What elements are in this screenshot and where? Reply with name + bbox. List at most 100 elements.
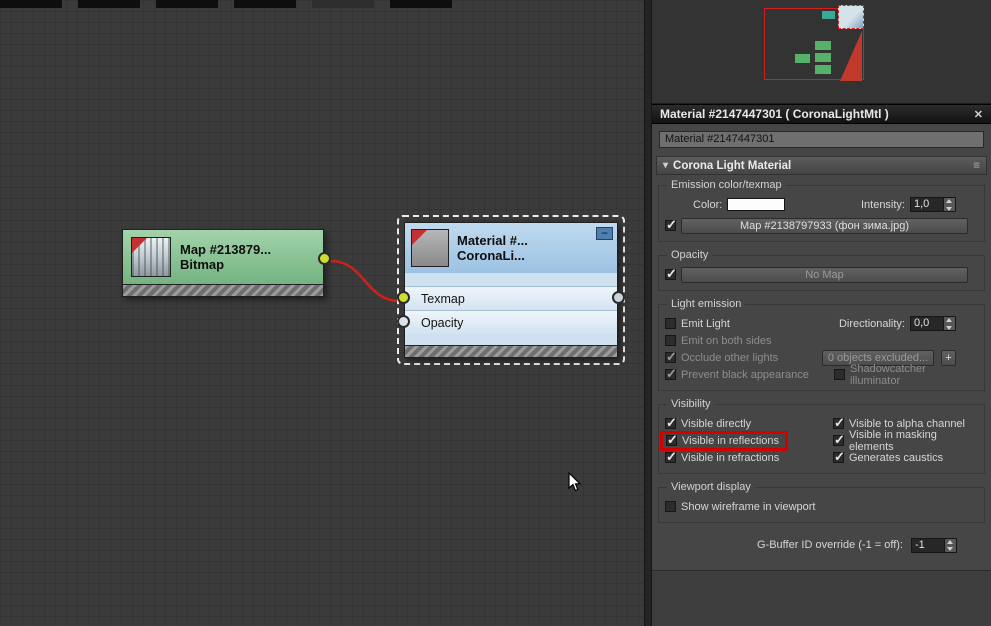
material-thumbnail[interactable] — [411, 229, 449, 267]
material-output-connector[interactable] — [612, 291, 625, 304]
opacity-input-connector[interactable] — [397, 315, 410, 328]
material-parameters-panel: Material #2147447301 ( CoronaLightMtl ) … — [652, 0, 991, 626]
gbuffer-spinner[interactable]: -1 — [911, 537, 957, 553]
emission-map-button[interactable]: Map #2138797933 (фон зима.jpg) — [681, 217, 968, 234]
opacity-map-button[interactable]: No Map — [681, 266, 968, 283]
material-node-title: Material #... — [457, 233, 528, 248]
view-tabs — [0, 0, 452, 8]
slot-opacity-label: Opacity — [421, 315, 464, 330]
alpha-channel-checkbox[interactable] — [833, 415, 845, 431]
directionality-value[interactable]: 0,0 — [910, 316, 944, 331]
group-label: Visibility — [667, 398, 715, 410]
rollout-corona-light-material[interactable]: ▾ Corona Light Material ≡ — [656, 156, 987, 175]
rollout-menu-icon[interactable]: ≡ — [973, 160, 980, 172]
group-viewport-display: Viewport display Show wireframe in viewp… — [658, 481, 985, 523]
group-label: Emission color/texmap — [667, 179, 786, 191]
close-icon[interactable]: ✕ — [974, 108, 983, 121]
emit-both-sides-label: Emit on both sides — [681, 334, 772, 347]
mini-node — [815, 53, 831, 62]
bitmap-node-header[interactable]: Map #213879... Bitmap — [123, 230, 323, 284]
slot-opacity[interactable]: Opacity — [397, 310, 617, 334]
node-resize-grip[interactable] — [405, 345, 617, 357]
spinner-arrows[interactable] — [944, 316, 956, 331]
material-name-field[interactable]: Material #2147447301 — [659, 131, 984, 148]
texmap-input-connector[interactable] — [397, 291, 410, 304]
masking-elements-checkbox[interactable] — [833, 432, 845, 448]
mini-node — [815, 65, 831, 74]
mini-node — [822, 11, 835, 19]
slot-texmap-label: Texmap — [421, 291, 465, 306]
view-tab[interactable] — [312, 0, 374, 8]
mini-node — [815, 41, 831, 50]
visible-reflections-label: Visible in reflections — [682, 434, 780, 447]
color-label: Color: — [693, 198, 723, 211]
spinner-arrows[interactable] — [945, 537, 957, 553]
rollout-title: Corona Light Material — [673, 159, 792, 172]
view-tab[interactable] — [78, 0, 140, 8]
node-corona-light-material[interactable]: Material #... CoronaLi... − Texmap Opaci… — [397, 222, 625, 358]
bitmap-output-connector[interactable] — [318, 252, 331, 265]
gbuffer-row: G-Buffer ID override (-1 = off): -1 — [658, 536, 985, 554]
emission-color-swatch[interactable] — [727, 198, 786, 211]
group-emission: Emission color/texmap Color: Intensity: … — [658, 179, 985, 242]
material-node-subtitle: CoronaLi... — [457, 248, 525, 263]
spinner-down-icon[interactable] — [945, 545, 956, 552]
connection-wire[interactable] — [330, 259, 400, 303]
navigator-preview[interactable] — [652, 0, 991, 104]
view-tab[interactable] — [156, 0, 218, 8]
rollout-content: Emission color/texmap Color: Intensity: … — [652, 175, 991, 560]
occlude-lights-checkbox[interactable] — [665, 349, 677, 365]
node-view[interactable]: Map #213879... Bitmap Material #... Coro… — [0, 0, 644, 626]
group-label: Opacity — [667, 249, 713, 261]
panel-titlebar[interactable]: Material #2147447301 ( CoronaLightMtl ) … — [652, 104, 991, 124]
spinner-down-icon[interactable] — [944, 323, 955, 330]
selection-outline: Material #... CoronaLi... − Texmap Opaci… — [397, 215, 625, 365]
slate-material-editor: Map #213879... Bitmap Material #... Coro… — [0, 0, 991, 626]
panel-splitter[interactable] — [644, 0, 652, 626]
generates-caustics-label: Generates caustics — [849, 451, 944, 464]
emit-light-checkbox[interactable] — [665, 318, 676, 329]
node-bitmap[interactable]: Map #213879... Bitmap — [122, 229, 331, 297]
slot-texmap[interactable]: Texmap — [397, 286, 617, 310]
bitmap-node-subtitle: Bitmap — [180, 257, 225, 272]
visible-refractions-label: Visible in refractions — [681, 451, 780, 464]
mini-selected-node — [838, 5, 864, 29]
intensity-spinner[interactable]: 1,0 — [910, 197, 956, 212]
intensity-value[interactable]: 1,0 — [910, 197, 944, 212]
prevent-black-checkbox[interactable] — [665, 366, 677, 382]
directionality-label: Directionality: — [838, 317, 905, 330]
gbuffer-value[interactable]: -1 — [911, 537, 945, 553]
shadowcatcher-checkbox[interactable] — [834, 369, 845, 380]
visible-directly-checkbox[interactable] — [665, 415, 677, 431]
group-label: Viewport display — [667, 481, 755, 493]
collapse-arrow-icon: ▾ — [663, 160, 669, 171]
group-light-emission: Light emission Emit Light Emit on both s… — [658, 298, 985, 391]
directionality-spinner[interactable]: 0,0 — [910, 316, 956, 331]
shadowcatcher-label: Shadowcatcher illuminator — [850, 362, 926, 387]
mini-node — [795, 54, 810, 63]
group-visibility: Visibility Visible directly Visible in r… — [658, 398, 985, 474]
emit-both-sides-checkbox[interactable] — [665, 335, 676, 346]
group-label: Light emission — [667, 298, 746, 310]
material-node-header[interactable]: Material #... CoronaLi... − — [405, 223, 617, 273]
view-tab[interactable] — [0, 0, 62, 8]
node-body-spacer — [405, 273, 617, 286]
node-resize-grip[interactable] — [123, 284, 323, 296]
mouse-cursor — [568, 472, 582, 492]
view-tab[interactable] — [390, 0, 452, 8]
visible-directly-label: Visible directly — [681, 417, 752, 430]
visible-reflections-checkbox[interactable] — [666, 432, 678, 448]
opacity-map-checkbox[interactable] — [665, 266, 677, 282]
show-wireframe-label: Show wireframe in viewport — [681, 500, 816, 513]
visible-refractions-checkbox[interactable] — [665, 449, 677, 465]
spinner-down-icon[interactable] — [944, 204, 955, 211]
generates-caustics-checkbox[interactable] — [833, 449, 845, 465]
spinner-arrows[interactable] — [944, 197, 956, 212]
node-minimize-button[interactable]: − — [596, 227, 613, 240]
intensity-label: Intensity: — [860, 198, 905, 211]
emission-map-checkbox[interactable] — [665, 217, 677, 233]
view-tab[interactable] — [234, 0, 296, 8]
prevent-black-label: Prevent black appearance — [681, 368, 809, 381]
show-wireframe-checkbox[interactable] — [665, 501, 676, 512]
bitmap-thumbnail[interactable] — [131, 237, 171, 277]
